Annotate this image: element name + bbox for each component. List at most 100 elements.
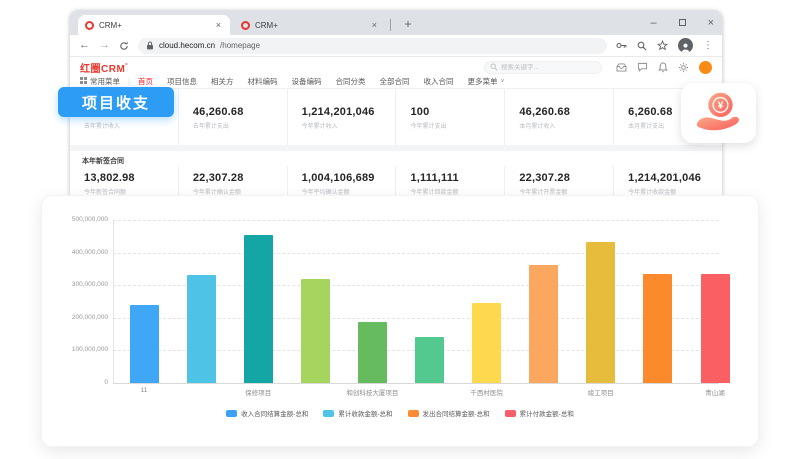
bookmark-star-icon[interactable] [657,40,668,51]
user-avatar[interactable] [699,61,712,74]
stat-label: 今年平均确认金额 [302,187,396,196]
x-tick-label: 千西村医院 [427,387,547,397]
reload-icon[interactable] [119,41,129,51]
legend-swatch [505,410,516,417]
stat-value: 1,111,111 [410,172,504,184]
nav-item-label: 更多菜单 [467,76,497,87]
x-axis-line [113,383,719,384]
url-host: cloud.hecom.cn [159,41,215,50]
tab-close-icon[interactable]: × [214,20,223,30]
x-tick-label: 保修项目 [198,387,318,397]
stat-cell: 100今年累计支出 [395,89,504,145]
nav-item[interactable]: 合同分类 [335,76,365,87]
y-axis-line [113,220,114,383]
nav-item-label: 设备编码 [291,76,321,87]
hand-coin-yuan-icon: ¥ [691,90,747,136]
stat-label: 今年累计开票金额 [519,187,613,196]
stat-value: 1,004,106,689 [302,172,396,184]
chat-icon[interactable] [637,62,648,72]
stat-value: 22,307.28 [519,172,613,184]
legend-item[interactable]: 收入合同结算金额-总和 [226,408,308,418]
bar[interactable] [586,242,615,383]
apps-grid-icon [80,77,87,86]
profile-avatar-icon[interactable] [678,38,693,53]
x-tick-label: 11 [84,387,204,394]
stat-label: 去年累计支出 [193,121,287,130]
nav-item[interactable]: 常用菜单 [80,76,120,87]
crm-page: 红圈CRM° [70,58,722,200]
stat-cell: 22,307.28 今年累计开票金额 [504,166,613,200]
maximize-button[interactable] [679,19,686,26]
crm-search-box[interactable] [484,61,602,74]
gridline [113,220,719,221]
zoom-icon[interactable] [637,41,647,51]
stat-cell: 1,111,111 今年累计回款金额 [395,166,504,200]
gear-icon[interactable] [678,62,689,73]
back-icon[interactable]: ← [79,40,90,51]
legend-label: 发出合同结算金额-总和 [423,408,490,418]
nav-item[interactable]: 材料编码 [247,76,277,87]
bar[interactable] [130,305,159,383]
nav-item[interactable]: 设备编码 [291,76,321,87]
legend-swatch [323,410,334,417]
bar[interactable] [701,274,730,383]
y-tick-label: 400,000,000 [44,249,108,256]
url-field[interactable]: cloud.hecom.cn/homepage [138,38,607,54]
stat-cell: 46,260.68去年累计支出 [178,89,287,145]
nav-item[interactable]: 相关方 [211,76,234,87]
legend-item[interactable]: 累计收款金额-总和 [323,408,392,418]
stat-label: 今年累计确认金额 [193,187,287,196]
minimize-button[interactable]: – [650,17,656,29]
bar[interactable] [643,274,672,383]
crm-header-icons [616,61,712,74]
close-button[interactable]: × [708,17,714,29]
bar[interactable] [358,322,387,383]
nav-item[interactable]: 收入合同 [423,76,453,87]
nav-item-label: 合同分类 [335,76,365,87]
bar[interactable] [301,279,330,383]
legend-item[interactable]: 累计付款金额-总和 [505,408,574,418]
nav-item[interactable]: 首页 [138,76,153,87]
tab-close-icon[interactable]: × [370,20,379,30]
legend-item[interactable]: 发出合同结算金额-总和 [408,408,490,418]
bar[interactable] [472,303,501,383]
address-bar-icons: ⋮ [616,38,713,53]
stat-value: 46,260.68 [519,106,613,118]
forward-icon[interactable]: → [99,40,110,51]
bar[interactable] [529,265,558,383]
gridline [113,253,719,254]
legend-label: 收入合同结算金额-总和 [241,408,308,418]
y-tick-label: 0 [44,379,108,386]
nav-item[interactable]: 更多菜单∨ [467,76,504,87]
nav-item-label: 常用菜单 [90,76,120,87]
key-icon[interactable] [616,41,627,50]
income-icon-card: ¥ [681,83,756,143]
nav-item[interactable]: 全部合同 [379,76,409,87]
search-input[interactable] [501,64,591,71]
stat-label: 今年累计回款金额 [410,187,504,196]
yuan-symbol: ¥ [717,101,723,112]
section-title: 本年新签合同 [70,151,722,166]
tab-label: CRM+ [99,21,214,30]
browser-menu-icon[interactable]: ⋮ [703,40,713,51]
crm-favicon-icon [241,21,250,30]
nav-item-label: 材料编码 [247,76,277,87]
bell-icon[interactable] [658,62,668,73]
legend-label: 累计付款金额-总和 [520,408,574,418]
nav-item-label: 首页 [138,76,153,87]
bar[interactable] [187,275,216,383]
bar[interactable] [244,235,273,383]
browser-tab-1[interactable]: CRM+ × [78,15,230,35]
stat-cell: 13,802.98今年新签合同额 [70,166,178,200]
y-tick-label: 100,000,000 [44,346,108,353]
tab-bar: CRM+ × CRM+ × + – × [70,10,722,35]
new-tab-button[interactable]: + [398,14,418,34]
nav-divider: | [128,77,130,86]
browser-tab-2[interactable]: CRM+ × [234,15,386,35]
window-controls: – × [650,10,714,35]
search-icon [490,63,498,71]
nav-item[interactable]: 项目信息 [167,76,197,87]
inbox-icon[interactable] [616,63,627,72]
address-bar: ← → cloud.hecom.cn/homepage [70,35,722,57]
bar[interactable] [415,337,444,383]
